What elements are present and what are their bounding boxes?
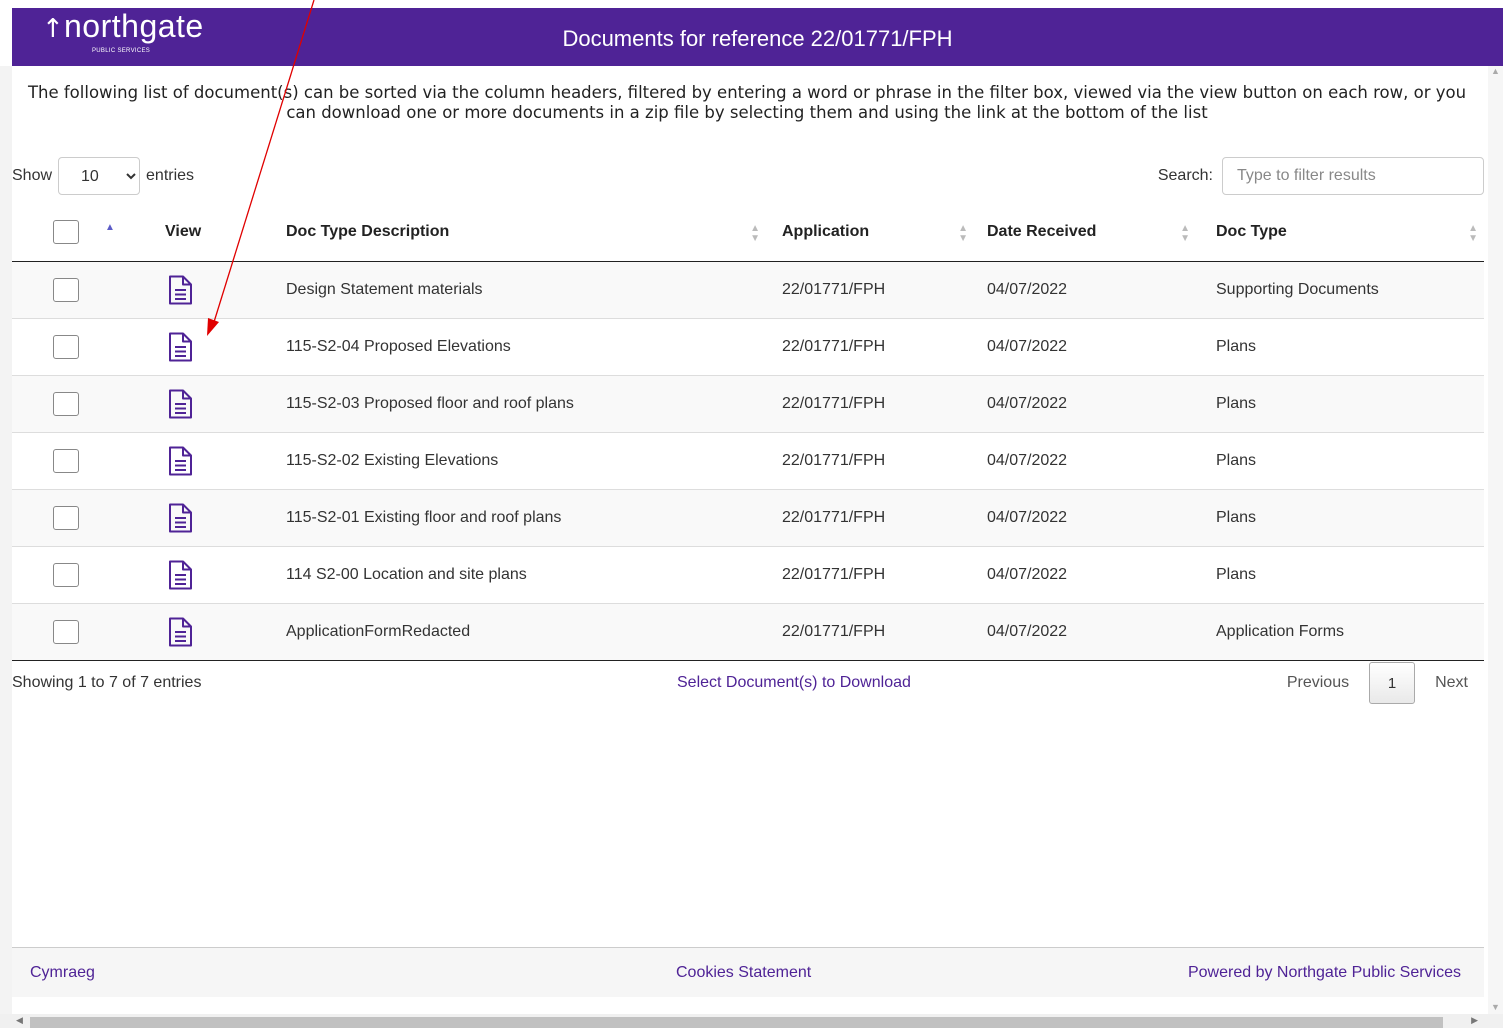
- annotation-arrow-line: [213, 0, 315, 323]
- annotation-arrow: [207, 0, 315, 336]
- annotation-arrowhead-icon: [207, 318, 219, 336]
